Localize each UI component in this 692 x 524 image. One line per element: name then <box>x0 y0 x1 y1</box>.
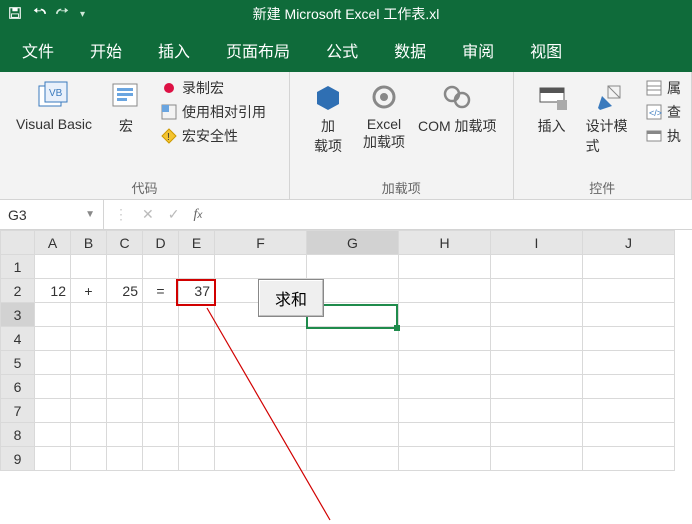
formula-bar-row: G3 ▼ ⋮ ✕ ✓ fx <box>0 200 692 230</box>
name-box[interactable]: G3 ▼ <box>0 200 104 229</box>
macro-security-icon: ! <box>160 127 178 145</box>
cell-A2[interactable]: 12 <box>35 279 71 303</box>
row-header-4[interactable]: 4 <box>1 327 35 351</box>
excel-addins-icon <box>367 80 401 114</box>
svg-text:</>: </> <box>649 108 662 118</box>
record-macro-icon <box>160 79 178 97</box>
tab-formulas[interactable]: 公式 <box>308 28 376 72</box>
redo-icon[interactable] <box>56 6 70 23</box>
col-header-A[interactable]: A <box>35 231 71 255</box>
undo-icon[interactable] <box>32 6 46 23</box>
tab-home[interactable]: 开始 <box>72 28 140 72</box>
tab-data[interactable]: 数据 <box>376 28 444 72</box>
row-header-5[interactable]: 5 <box>1 351 35 375</box>
row-header-8[interactable]: 8 <box>1 423 35 447</box>
ribbon-group-addins-label: 加载项 <box>300 176 503 197</box>
com-addins-button[interactable]: COM 加载项 <box>412 78 503 138</box>
macros-label: 宏 <box>119 116 133 136</box>
view-code-button[interactable]: </> 查 <box>645 102 681 122</box>
tab-page-layout[interactable]: 页面布局 <box>208 28 308 72</box>
col-header-H[interactable]: H <box>399 231 491 255</box>
visual-basic-icon: VB <box>37 80 71 114</box>
tab-view[interactable]: 视图 <box>512 28 580 72</box>
run-dialog-button[interactable]: 执 <box>645 126 681 146</box>
com-addins-icon <box>440 80 474 114</box>
row-header-7[interactable]: 7 <box>1 399 35 423</box>
enter-formula-icon[interactable]: ✓ <box>168 206 180 223</box>
row-header-2[interactable]: 2 <box>1 279 35 303</box>
ribbon-tabs: 文件 开始 插入 页面布局 公式 数据 审阅 视图 <box>0 28 692 72</box>
addins-button[interactable]: 加 载项 <box>300 78 356 158</box>
row-header-9[interactable]: 9 <box>1 447 35 471</box>
cell-D2[interactable]: = <box>143 279 179 303</box>
insert-control-button[interactable]: 插入 <box>524 78 580 138</box>
title-bar: ▾ 新建 Microsoft Excel 工作表.xl <box>0 0 692 28</box>
col-header-D[interactable]: D <box>143 231 179 255</box>
col-header-F[interactable]: F <box>215 231 307 255</box>
view-code-icon: </> <box>645 103 663 121</box>
tab-insert[interactable]: 插入 <box>140 28 208 72</box>
col-header-J[interactable]: J <box>583 231 675 255</box>
select-all-corner[interactable] <box>1 231 35 255</box>
design-mode-button[interactable]: 设计模式 <box>580 78 639 158</box>
macros-button[interactable]: 宏 <box>98 78 154 138</box>
ribbon-group-code: VB Visual Basic 宏 录制宏 使用相对引用 <box>0 72 290 199</box>
formula-bar[interactable]: ⋮ ✕ ✓ fx <box>104 200 692 229</box>
record-macro-button[interactable]: 录制宏 <box>160 78 266 98</box>
svg-text:VB: VB <box>49 88 63 99</box>
visual-basic-button[interactable]: VB Visual Basic <box>10 78 98 134</box>
qat-dropdown-icon[interactable]: ▾ <box>80 9 85 20</box>
row-header-6[interactable]: 6 <box>1 375 35 399</box>
svg-text:!: ! <box>167 132 170 143</box>
design-mode-icon <box>592 80 626 114</box>
col-header-I[interactable]: I <box>491 231 583 255</box>
visual-basic-label: Visual Basic <box>16 116 92 132</box>
save-icon[interactable] <box>8 6 22 23</box>
run-dialog-icon <box>645 127 663 145</box>
cell-B2[interactable]: + <box>71 279 107 303</box>
cancel-formula-icon[interactable]: ✕ <box>142 206 154 223</box>
row-header-3[interactable]: 3 <box>1 303 35 327</box>
row-header-1[interactable]: 1 <box>1 255 35 279</box>
sum-form-button[interactable]: 求和 <box>258 279 324 317</box>
cell-E2[interactable]: 37 <box>179 279 215 303</box>
chevron-down-icon[interactable]: ▼ <box>85 209 95 220</box>
tab-file[interactable]: 文件 <box>4 28 72 72</box>
ribbon-group-code-label: 代码 <box>10 176 279 197</box>
macros-icon <box>109 80 143 114</box>
excel-addins-button[interactable]: Excel 加载项 <box>356 78 412 154</box>
use-relative-references-button[interactable]: 使用相对引用 <box>160 102 266 122</box>
window-title: 新建 Microsoft Excel 工作表.xl <box>253 4 440 24</box>
grid-table[interactable]: A B C D E F G H I J 1 2 12 + 25 = 37 3 4… <box>0 230 675 471</box>
col-header-B[interactable]: B <box>71 231 107 255</box>
insert-control-icon <box>535 80 569 114</box>
col-header-E[interactable]: E <box>179 231 215 255</box>
fx-icon[interactable]: fx <box>193 207 202 223</box>
col-header-G[interactable]: G <box>307 231 399 255</box>
properties-button[interactable]: 属 <box>645 78 681 98</box>
relative-references-icon <box>160 103 178 121</box>
ribbon: VB Visual Basic 宏 录制宏 使用相对引用 <box>0 72 692 200</box>
ribbon-group-controls-label: 控件 <box>524 176 681 197</box>
properties-icon <box>645 79 663 97</box>
ribbon-group-controls: 插入 设计模式 属 </> 查 执 控件 <box>514 72 692 199</box>
tab-review[interactable]: 审阅 <box>444 28 512 72</box>
macro-security-button[interactable]: ! 宏安全性 <box>160 126 266 146</box>
col-header-C[interactable]: C <box>107 231 143 255</box>
worksheet[interactable]: A B C D E F G H I J 1 2 12 + 25 = 37 3 4… <box>0 230 692 524</box>
addins-icon <box>311 80 345 114</box>
ribbon-group-addins: 加 载项 Excel 加载项 COM 加载项 加载项 <box>290 72 514 199</box>
cell-C2[interactable]: 25 <box>107 279 143 303</box>
quick-access-toolbar: ▾ <box>8 6 85 23</box>
